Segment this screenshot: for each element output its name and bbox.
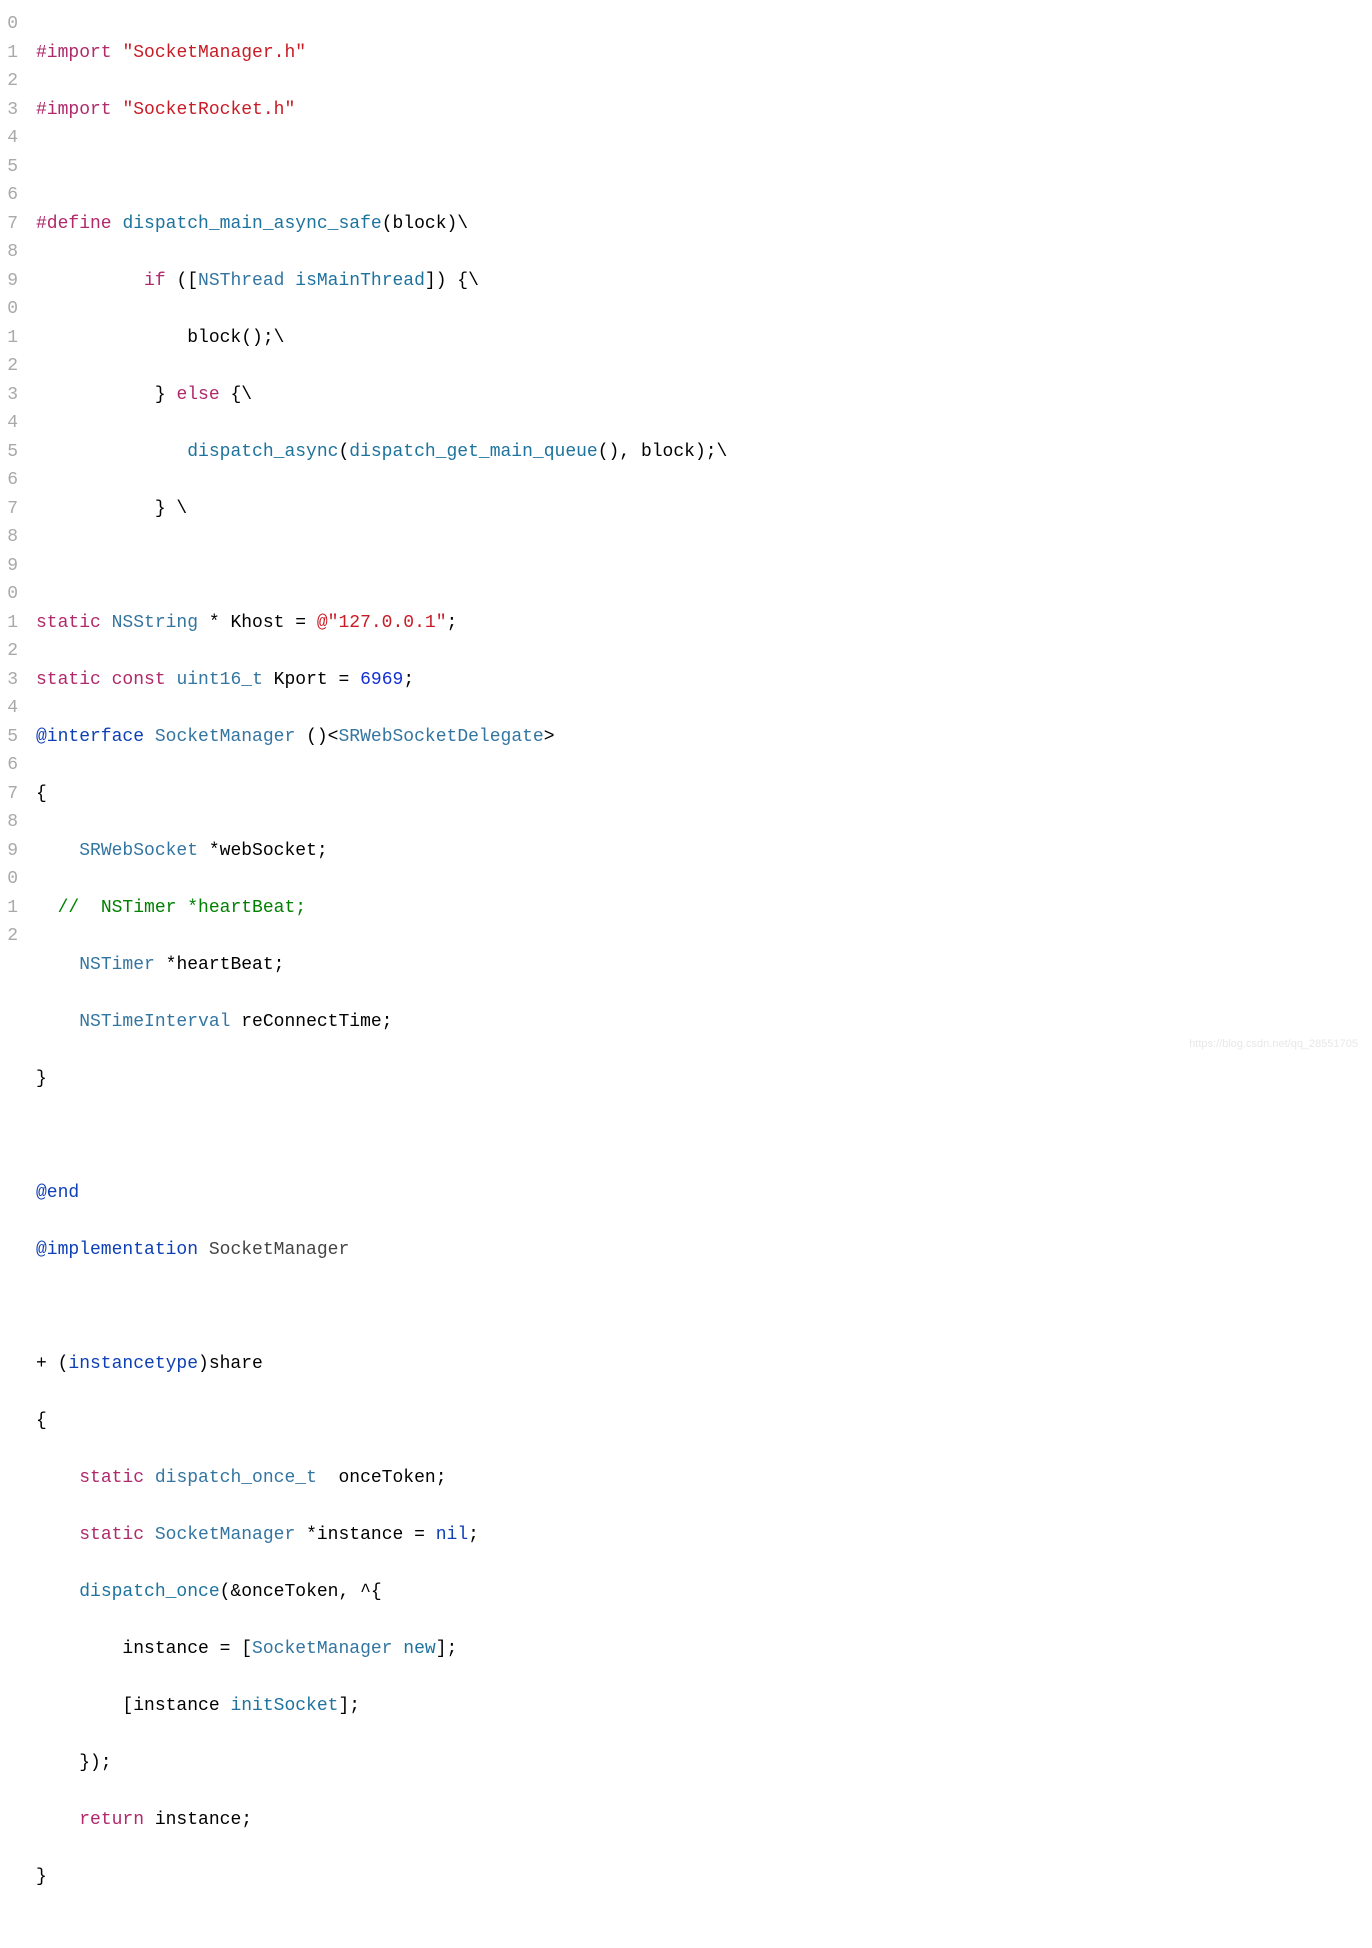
line-number: 6 [0, 751, 18, 780]
line-number: 2 [0, 352, 18, 381]
code-line: dispatch_async(dispatch_get_main_queue()… [36, 438, 1372, 467]
line-number: 1 [0, 894, 18, 923]
code-line [36, 153, 1372, 182]
line-number: 0 [0, 865, 18, 894]
code-line: dispatch_once(&onceToken, ^{ [36, 1578, 1372, 1607]
code-line: } [36, 1863, 1372, 1892]
line-number: 8 [0, 238, 18, 267]
code-content: #import "SocketManager.h" #import "Socke… [36, 10, 1372, 1948]
line-number: 0 [0, 580, 18, 609]
line-number: 9 [0, 267, 18, 296]
line-number: 6 [0, 466, 18, 495]
code-line: } [36, 1065, 1372, 1094]
line-number: 3 [0, 96, 18, 125]
line-number: 9 [0, 837, 18, 866]
code-line: NSTimer *heartBeat; [36, 951, 1372, 980]
code-line [36, 552, 1372, 581]
code-line: { [36, 780, 1372, 809]
watermark-text: https://blog.csdn.net/qq_28551705 [1189, 1030, 1358, 1059]
line-number: 3 [0, 381, 18, 410]
line-number: 4 [0, 409, 18, 438]
line-number: 1 [0, 324, 18, 353]
line-number: 7 [0, 780, 18, 809]
code-line: if ([NSThread isMainThread]) {\ [36, 267, 1372, 296]
code-line: #import "SocketRocket.h" [36, 96, 1372, 125]
line-number: 5 [0, 723, 18, 752]
code-line: static const uint16_t Kport = 6969; [36, 666, 1372, 695]
code-line: static NSString * Khost = @"127.0.0.1"; [36, 609, 1372, 638]
code-line: instance = [SocketManager new]; [36, 1635, 1372, 1664]
line-number: 7 [0, 495, 18, 524]
code-line: NSTimeInterval reConnectTime; [36, 1008, 1372, 1037]
code-block: 0 1 2 3 4 5 6 7 8 9 0 1 2 3 4 5 6 7 8 9 … [0, 0, 1372, 1948]
line-number: 1 [0, 39, 18, 68]
code-line: { [36, 1407, 1372, 1436]
code-line: } \ [36, 495, 1372, 524]
code-line: }); [36, 1749, 1372, 1778]
code-line: #define dispatch_main_async_safe(block)\ [36, 210, 1372, 239]
code-line: } else {\ [36, 381, 1372, 410]
line-number: 2 [0, 67, 18, 96]
line-number: 0 [0, 10, 18, 39]
line-number: 9 [0, 552, 18, 581]
line-number: 2 [0, 922, 18, 951]
line-number: 1 [0, 609, 18, 638]
line-number: 5 [0, 153, 18, 182]
code-line: #import "SocketManager.h" [36, 39, 1372, 68]
code-line: [instance initSocket]; [36, 1692, 1372, 1721]
code-line: @end [36, 1179, 1372, 1208]
code-line: // NSTimer *heartBeat; [36, 894, 1372, 923]
code-line: @interface SocketManager ()<SRWebSocketD… [36, 723, 1372, 752]
line-number: 0 [0, 295, 18, 324]
line-number: 2 [0, 637, 18, 666]
code-line [36, 1122, 1372, 1151]
line-number: 3 [0, 666, 18, 695]
line-number-gutter: 0 1 2 3 4 5 6 7 8 9 0 1 2 3 4 5 6 7 8 9 … [0, 10, 36, 1948]
line-number: 7 [0, 210, 18, 239]
code-line [36, 1293, 1372, 1322]
line-number: 4 [0, 124, 18, 153]
code-line: + (instancetype)share [36, 1350, 1372, 1379]
line-number: 6 [0, 181, 18, 210]
code-line: static SocketManager *instance = nil; [36, 1521, 1372, 1550]
line-number: 5 [0, 438, 18, 467]
line-number: 8 [0, 808, 18, 837]
line-number: 8 [0, 523, 18, 552]
line-number: 4 [0, 694, 18, 723]
code-line: SRWebSocket *webSocket; [36, 837, 1372, 866]
code-line: return instance; [36, 1806, 1372, 1835]
code-line: @implementation SocketManager [36, 1236, 1372, 1265]
code-line: static dispatch_once_t onceToken; [36, 1464, 1372, 1493]
code-line: block();\ [36, 324, 1372, 353]
